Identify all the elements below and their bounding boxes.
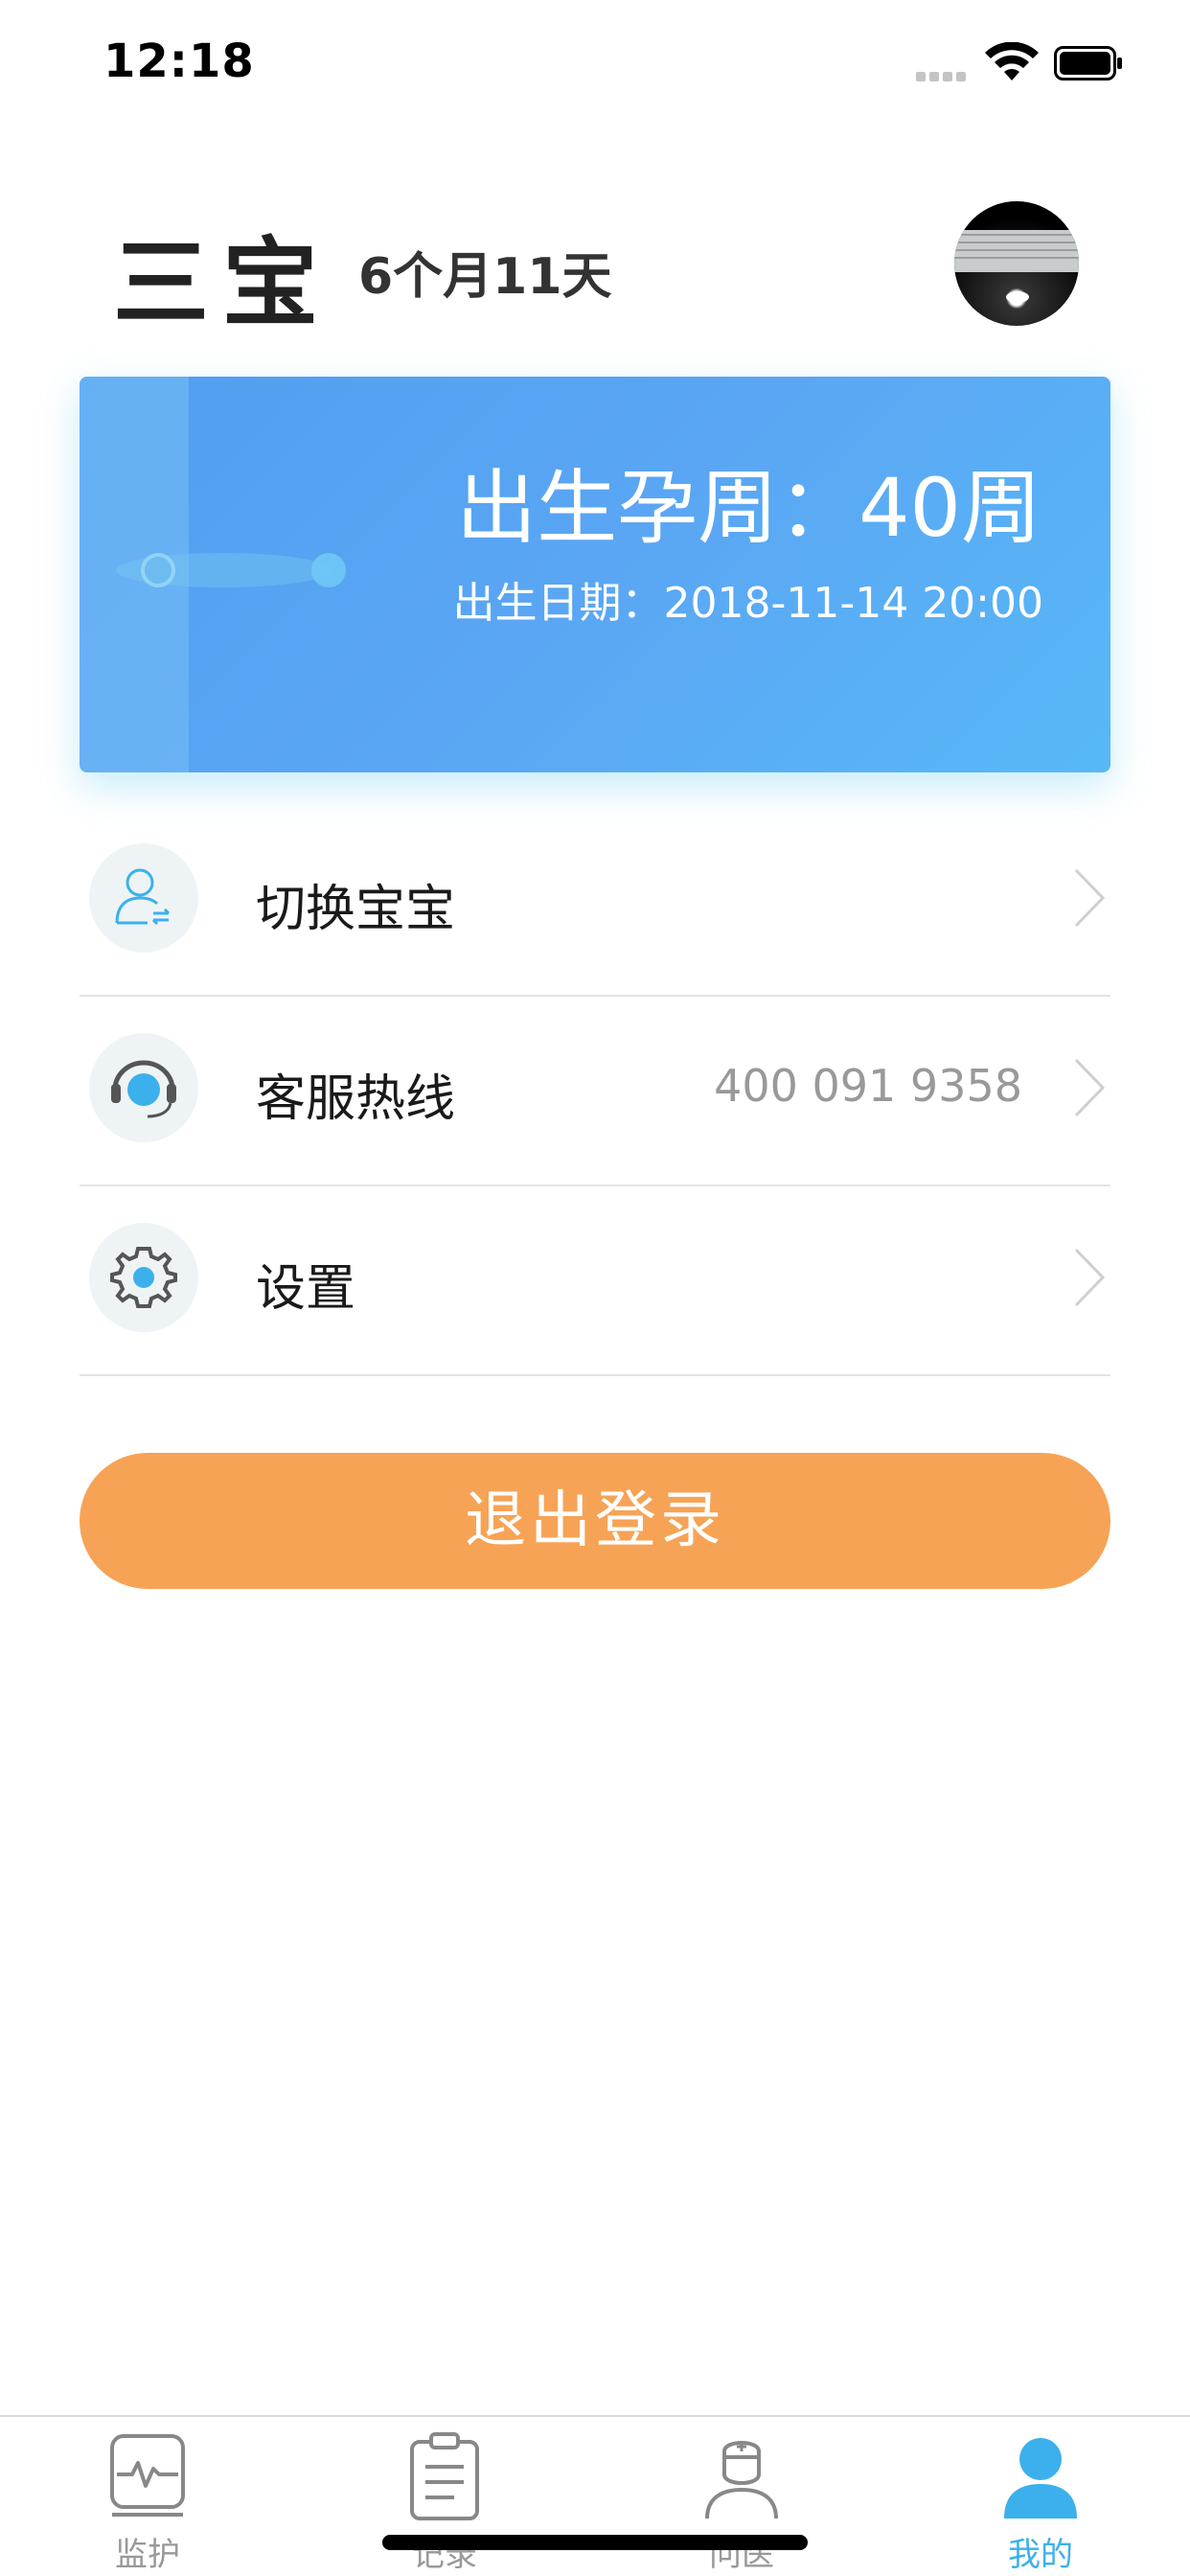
chevron-right-icon — [1074, 1248, 1106, 1307]
tab-label: 监护 — [115, 2536, 180, 2574]
tab-bar: 监护 记录 问医 我的 — [0, 2415, 1190, 2576]
clip-icon — [116, 553, 346, 587]
birth-info-card: 出生孕周：40周 出生日期：2018-11-14 20:00 — [80, 377, 1110, 772]
wifi-icon — [985, 42, 1039, 80]
menu-item-label: 切换宝宝 — [256, 881, 456, 938]
heartbeat-monitor-icon — [110, 2434, 185, 2517]
profile-screen: 12:18 三宝 6个月11天 出生孕周：40周 出生日期：2018-11-14… — [0, 0, 1190, 2576]
tab-records[interactable]: 记录 — [349, 2417, 540, 2576]
chevron-right-icon — [1074, 868, 1106, 928]
baby-age: 6个月11天 — [358, 248, 612, 306]
tab-ask-doctor[interactable]: 问医 — [646, 2417, 837, 2576]
gear-icon — [110, 1247, 177, 1308]
tab-label: 我的 — [1008, 2536, 1073, 2574]
menu-item-customer-hotline[interactable]: 客服热线 400 091 9358 — [80, 997, 1110, 1186]
tab-monitor[interactable]: 监护 — [52, 2417, 243, 2576]
profile-photo-icon — [954, 230, 1079, 303]
status-bar: 12:18 — [0, 0, 1190, 126]
menu-item-switch-baby[interactable]: 切换宝宝 — [80, 807, 1110, 997]
hotline-number: 400 091 9358 — [714, 1060, 1022, 1112]
nurse-icon — [705, 2441, 778, 2519]
menu-item-label: 设置 — [256, 1260, 356, 1318]
birth-date: 出生日期：2018-11-14 20:00 — [452, 579, 1044, 628]
tab-mine[interactable]: 我的 — [945, 2417, 1136, 2576]
clipboard-icon — [410, 2432, 479, 2520]
chevron-right-icon — [1074, 1058, 1106, 1117]
status-time: 12:18 — [103, 34, 255, 88]
cellular-signal-icon — [916, 67, 970, 85]
baby-name: 三宝 — [113, 227, 332, 339]
avatar[interactable] — [954, 201, 1079, 326]
settings-menu: 切换宝宝 客服热线 400 091 9358 设置 — [80, 807, 1110, 1376]
switch-user-icon — [115, 868, 171, 926]
birth-gestation-week: 出生孕周：40周 — [456, 461, 1041, 555]
user-icon — [1004, 2438, 1077, 2518]
menu-item-label: 客服热线 — [256, 1070, 456, 1128]
battery-icon — [1054, 46, 1122, 80]
menu-item-settings[interactable]: 设置 — [80, 1186, 1110, 1376]
headset-icon — [111, 1060, 176, 1118]
logout-button[interactable]: 退出登录 — [80, 1453, 1110, 1589]
home-indicator[interactable] — [382, 2535, 808, 2550]
